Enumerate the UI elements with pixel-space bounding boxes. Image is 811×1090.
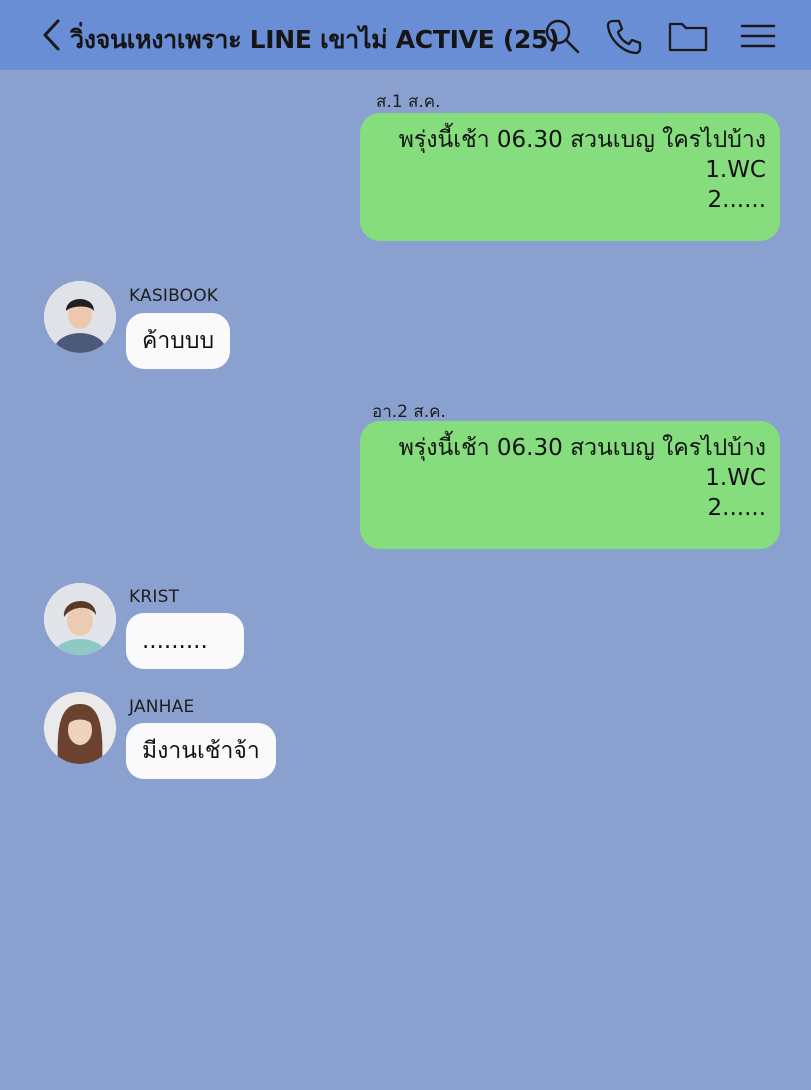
sender-name: KRIST [129,587,180,607]
menu-icon [740,24,776,48]
message-line: 1.WC [705,465,766,491]
folder-button[interactable] [666,14,710,58]
incoming-message-bubble[interactable]: ......... [126,613,244,669]
outgoing-message-bubble[interactable]: พรุ่งนี้เช้า 06.30 สวนเบญ ใครไปบ้าง 1.WC… [360,421,780,549]
sender-name: KASIBOOK [129,286,219,306]
menu-button[interactable] [736,14,780,58]
message-line: 2...... [707,187,767,213]
person-avatar-icon [44,583,116,655]
message-line: 2...... [707,495,767,521]
message-date: ส.1 ส.ค. [376,92,441,112]
message-text: ......... [142,628,208,654]
chat-header: วิ่งจนเหงาเพราะ LINE เขาไม่ ACTIVE (25) [0,0,811,70]
search-button[interactable] [540,14,584,58]
call-button[interactable] [602,14,646,58]
avatar[interactable] [44,281,116,353]
folder-icon [668,22,708,52]
message-line: พรุ่งนี้เช้า 06.30 สวนเบญ ใครไปบ้าง [398,435,766,461]
phone-icon [606,19,642,55]
chevron-left-icon [43,19,60,51]
message-text: มีงานเช้าจ้า [142,738,260,764]
outgoing-message-bubble[interactable]: พรุ่งนี้เช้า 06.30 สวนเบญ ใครไปบ้าง 1.WC… [360,113,780,241]
message-line: 1.WC [705,157,766,183]
incoming-message-bubble[interactable]: ค้าบบบ [126,313,231,369]
incoming-message-bubble[interactable]: มีงานเช้าจ้า [126,723,276,779]
chat-title: วิ่งจนเหงาเพราะ LINE เขาไม่ ACTIVE (25) [70,25,560,54]
message-line: พรุ่งนี้เช้า 06.30 สวนเบญ ใครไปบ้าง [398,127,766,153]
message-text: ค้าบบบ [142,328,215,354]
sender-name: JANHAE [129,697,195,717]
person-avatar-icon [44,692,116,764]
back-button[interactable] [36,16,66,54]
person-avatar-icon [44,281,116,353]
avatar[interactable] [44,692,116,764]
avatar[interactable] [44,583,116,655]
search-icon [545,19,580,54]
